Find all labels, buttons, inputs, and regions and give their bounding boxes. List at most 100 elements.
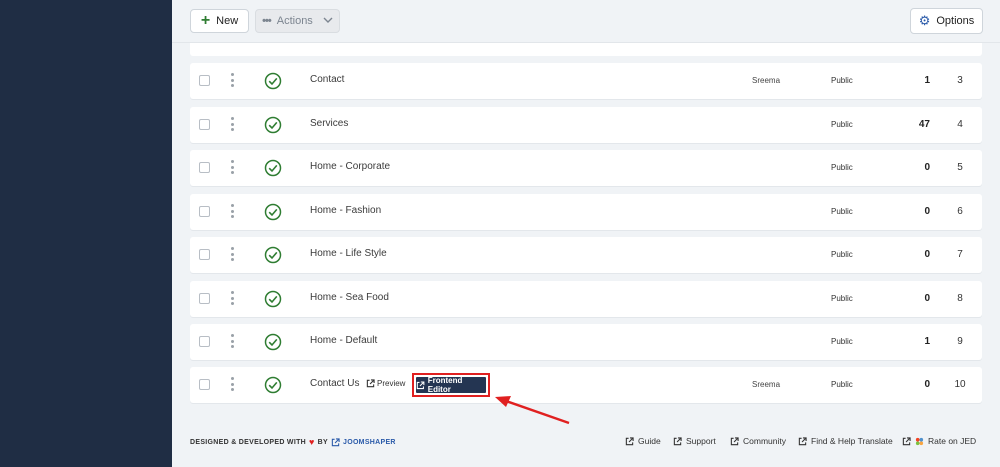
joomla-icon [915, 437, 924, 445]
hits-count: 1 [924, 75, 930, 86]
row-checkbox[interactable] [199, 119, 210, 130]
footer-link-label: Guide [638, 436, 661, 446]
gear-icon: ⚙ [918, 13, 931, 28]
author-text: Sreema [752, 380, 781, 389]
row-id: 7 [957, 249, 963, 260]
page-title-link[interactable]: Contact Us [310, 378, 359, 389]
check-circle-icon[interactable] [264, 376, 282, 394]
hits-count: 0 [924, 379, 930, 390]
hits-count: 0 [924, 293, 930, 304]
drag-handle-icon[interactable] [230, 377, 234, 391]
actions-button-label: Actions [276, 15, 313, 27]
table-row: Home - Default Public 1 9 [190, 324, 982, 360]
check-circle-icon[interactable] [264, 159, 282, 177]
drag-handle-icon[interactable] [230, 160, 234, 174]
table-row: Home - Fashion Public 0 6 [190, 194, 982, 230]
page-title-link[interactable]: Home - Life Style [310, 248, 387, 259]
check-circle-icon[interactable] [264, 290, 282, 308]
new-button[interactable]: + New [190, 9, 249, 33]
hits-count: 47 [918, 119, 930, 130]
footer-link-label: Find & Help Translate [811, 436, 893, 446]
drag-handle-icon[interactable] [230, 334, 234, 348]
external-link-icon [331, 437, 340, 446]
ellipsis-icon: ••• [262, 15, 272, 27]
access-text: Public [831, 207, 853, 216]
drag-handle-icon[interactable] [230, 73, 234, 87]
row-checkbox[interactable] [199, 162, 210, 173]
drag-handle-icon[interactable] [230, 247, 234, 261]
external-link-icon [798, 436, 807, 445]
row-checkbox[interactable] [199, 379, 210, 390]
row-id: 8 [957, 293, 963, 304]
row-checkbox[interactable] [199, 75, 210, 86]
row-checkbox[interactable] [199, 293, 210, 304]
access-text: Public [831, 163, 853, 172]
external-link-icon [673, 436, 682, 445]
preview-link[interactable]: Preview [366, 379, 405, 388]
credit-text: DESIGNED & DEVELOPED WITH [190, 438, 307, 446]
actions-button[interactable]: ••• Actions [255, 9, 340, 33]
hits-count: 0 [924, 206, 930, 217]
footer-link-guide[interactable]: Guide [625, 436, 661, 446]
page-title-link[interactable]: Home - Fashion [310, 205, 381, 216]
check-circle-icon[interactable] [264, 116, 282, 134]
table-row: Home - Sea Food Public 0 8 [190, 281, 982, 317]
drag-handle-icon[interactable] [230, 204, 234, 218]
frontend-editor-highlight: Frontend Editor [412, 373, 490, 397]
frontend-editor-label: Frontend Editor [427, 376, 463, 394]
heart-icon: ♥ [309, 437, 315, 447]
check-circle-icon[interactable] [264, 246, 282, 264]
page-title-link[interactable]: Home - Sea Food [310, 292, 389, 303]
row-checkbox[interactable] [199, 336, 210, 347]
check-circle-icon[interactable] [264, 333, 282, 351]
row-id: 5 [957, 162, 963, 173]
external-link-icon [416, 380, 425, 389]
new-button-label: New [216, 15, 239, 27]
page-title-link[interactable]: Services [310, 118, 348, 129]
row-id: 10 [954, 379, 966, 390]
plus-icon: + [200, 11, 211, 29]
access-text: Public [831, 337, 853, 346]
preview-label: Preview [377, 379, 406, 388]
options-button[interactable]: ⚙ Options [910, 8, 983, 34]
options-button-label: Options [936, 15, 975, 27]
access-text: Public [831, 380, 853, 389]
admin-sidebar [0, 0, 172, 467]
table-row: Home - Life Style Public 0 7 [190, 237, 982, 273]
by-text: BY [317, 438, 328, 446]
drag-handle-icon[interactable] [230, 291, 234, 305]
footer-link-support[interactable]: Support [673, 436, 716, 446]
footer-link-label: Community [743, 436, 786, 446]
row-id: 6 [957, 206, 963, 217]
footer-link-label: Support [686, 436, 716, 446]
hits-count: 0 [924, 249, 930, 260]
brand-link[interactable]: JOOMSHAPER [343, 439, 396, 446]
author-text: Sreema [752, 76, 781, 85]
footer-credit: DESIGNED & DEVELOPED WITH ♥ BY JOOMSHAPE… [190, 437, 396, 447]
table-row: Contact Sreema Public 1 3 [190, 63, 982, 99]
row-checkbox[interactable] [199, 249, 210, 260]
main-content: + New ••• Actions ⚙ Options Contact Sree… [172, 0, 1000, 467]
page-title-link[interactable]: Home - Default [310, 335, 377, 346]
row-id: 4 [957, 119, 963, 130]
access-text: Public [831, 250, 853, 259]
page-title-link[interactable]: Home - Corporate [310, 161, 390, 172]
footer-link-translate[interactable]: Find & Help Translate [798, 436, 893, 446]
check-circle-icon[interactable] [264, 203, 282, 221]
external-link-icon [902, 436, 911, 445]
row-checkbox[interactable] [199, 206, 210, 217]
row-id: 3 [957, 75, 963, 86]
footer: DESIGNED & DEVELOPED WITH ♥ BY JOOMSHAPE… [190, 432, 990, 452]
check-circle-icon[interactable] [264, 72, 282, 90]
hits-count: 1 [924, 336, 930, 347]
table-row: Contact Us Preview Frontend Editor Sreem… [190, 367, 982, 403]
page-title-link[interactable]: Contact [310, 74, 344, 85]
footer-link-community[interactable]: Community [730, 436, 786, 446]
drag-handle-icon[interactable] [230, 117, 234, 131]
frontend-editor-button[interactable]: Frontend Editor [416, 376, 486, 394]
access-text: Public [831, 76, 853, 85]
footer-link-label: Rate on JED [928, 436, 977, 446]
footer-link-rate-jed[interactable]: Rate on JED [902, 436, 976, 446]
access-text: Public [831, 120, 853, 129]
external-link-icon [625, 436, 634, 445]
